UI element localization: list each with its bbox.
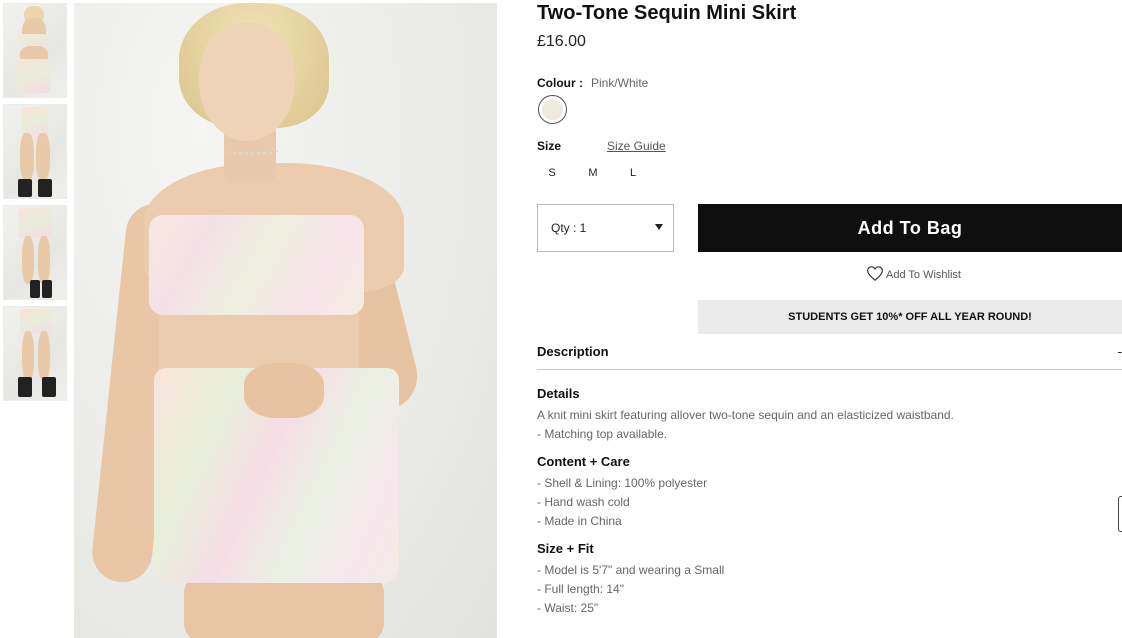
thumbnail-1[interactable]: [3, 3, 67, 98]
quantity-label: Qty : 1: [551, 221, 587, 235]
student-promo-banner: STUDENTS GET 10%* OFF ALL YEAR ROUND!: [698, 300, 1122, 334]
side-feedback-tab[interactable]: [1118, 496, 1122, 532]
thumbnail-4[interactable]: [3, 306, 67, 401]
size-fit-heading: Size + Fit: [537, 541, 594, 556]
add-to-bag-button[interactable]: Add To Bag: [698, 204, 1122, 252]
fit-line: - Model is 5'7" and wearing a Small: [537, 563, 725, 577]
thumbnail-list: [3, 3, 67, 407]
swatch-fill: [542, 99, 563, 120]
product-title: Two-Tone Sequin Mini Skirt: [537, 2, 797, 24]
fit-line: - Waist: 25": [537, 601, 599, 615]
model-face: [199, 23, 295, 141]
care-line: - Shell & Lining: 100% polyester: [537, 476, 708, 490]
care-line: - Hand wash cold: [537, 495, 630, 509]
caret-down-icon: [655, 224, 663, 230]
product-price: £16.00: [537, 33, 586, 50]
heart-icon: [867, 266, 883, 281]
details-heading: Details: [537, 386, 580, 401]
colour-value: Pink/White: [591, 76, 649, 90]
quantity-select[interactable]: Qty : 1: [537, 204, 674, 252]
content-care-heading: Content + Care: [537, 454, 630, 469]
details-line: A knit mini skirt featuring allover two-…: [537, 408, 954, 422]
model-hand: [244, 363, 324, 418]
details-line: - Matching top available.: [537, 427, 668, 441]
description-heading: Description: [537, 344, 609, 359]
size-label: Size: [537, 139, 562, 153]
description-accordion-header[interactable]: Description -: [537, 344, 1122, 370]
colour-label: Colour :: [537, 76, 583, 90]
size-row: Size Size Guide: [537, 139, 737, 153]
thumbnail-2[interactable]: [3, 104, 67, 199]
main-product-image[interactable]: [74, 3, 497, 638]
model-necklace: [224, 143, 280, 155]
colour-row: Colour : Pink/White: [537, 76, 648, 90]
size-option-m[interactable]: M: [578, 167, 608, 179]
colour-swatch-pink-white[interactable]: [538, 95, 567, 124]
collapse-toggle-icon[interactable]: -: [1118, 344, 1122, 359]
fit-line: - Full length: 14": [537, 582, 624, 596]
wishlist-label: Add To Wishlist: [886, 269, 961, 281]
size-guide-link[interactable]: Size Guide: [607, 139, 666, 153]
size-option-s[interactable]: S: [537, 167, 567, 179]
thumbnail-3[interactable]: [3, 205, 67, 300]
add-to-wishlist-link[interactable]: Add To Wishlist: [867, 266, 961, 281]
care-line: - Made in China: [537, 514, 622, 528]
sequin-top: [149, 215, 364, 315]
size-option-l[interactable]: L: [618, 167, 648, 179]
